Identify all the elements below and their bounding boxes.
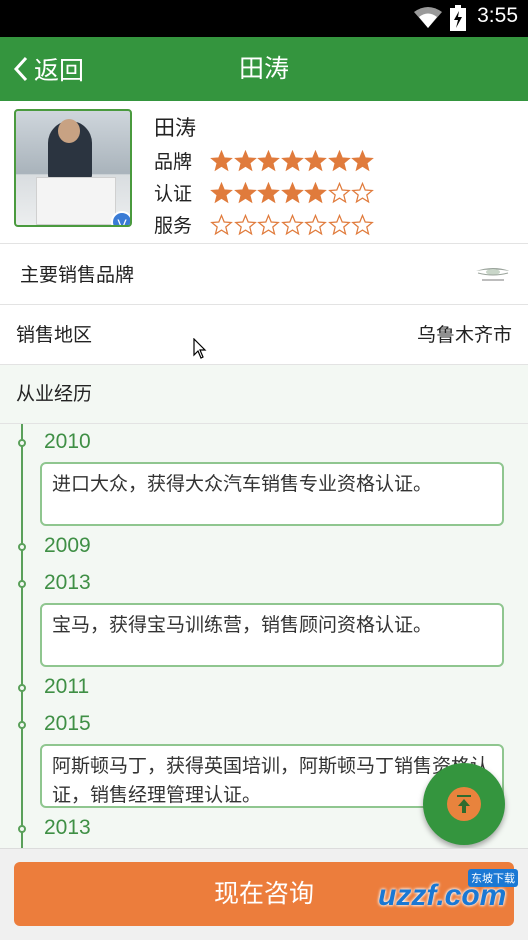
rating-brand: 品牌 <box>154 147 375 174</box>
timeline-year: 2013 <box>44 571 91 594</box>
region-value: 乌鲁木齐市 <box>416 324 512 346</box>
star-filled-icon <box>257 149 280 171</box>
star-filled-icon <box>233 149 257 171</box>
star-outline-icon <box>351 181 374 203</box>
star-filled-icon <box>351 149 374 171</box>
star-filled-icon <box>210 181 233 203</box>
status-bar: 3:55 <box>0 0 528 37</box>
star-outline-icon <box>233 213 257 235</box>
timeline-entry: 进口大众，获得大众汽车销售专业资格认证。 <box>40 462 504 526</box>
timeline-entry: 宝马，获得宝马训练营，销售顾问资格认证。 <box>40 603 504 667</box>
star-rating <box>210 181 375 204</box>
timeline-dot <box>18 684 26 692</box>
timeline-year: 2015 <box>44 712 91 735</box>
app-bar: 返回 田涛 <box>0 37 528 101</box>
page-title: 田涛 <box>238 54 289 83</box>
rating-label: 品牌 <box>154 151 193 173</box>
verified-badge: V <box>111 211 130 225</box>
watermark-logo: 东坡下载 uzzf.com <box>348 867 520 927</box>
experience-header: 从业经历 <box>0 365 528 424</box>
star-rating <box>210 149 375 172</box>
timeline-year: 2011 <box>44 675 90 698</box>
timeline-dot <box>18 825 26 833</box>
avatar-head <box>58 119 80 143</box>
timeline-dot <box>18 439 26 447</box>
timeline-line <box>21 424 23 848</box>
battery-charging-icon <box>450 5 466 35</box>
timeline-dot <box>18 580 26 588</box>
star-outline-icon <box>327 213 351 235</box>
status-time: 3:55 <box>477 4 518 27</box>
rating-service: 服务 <box>154 211 375 238</box>
timeline-year: 2010 <box>44 430 91 453</box>
brand-row[interactable]: 主要销售品牌 <box>0 245 528 305</box>
experience-label: 从业经历 <box>16 383 93 405</box>
rating-label: 服务 <box>154 215 193 237</box>
star-filled-icon <box>327 149 351 171</box>
scroll-to-top-button[interactable] <box>423 763 505 845</box>
star-filled-icon <box>257 181 280 203</box>
star-filled-icon <box>210 149 233 171</box>
wifi-icon <box>413 6 443 34</box>
rating-label: 认证 <box>154 183 193 205</box>
star-outline-icon <box>351 213 374 235</box>
rating-certification: 认证 <box>154 179 375 206</box>
star-outline-icon <box>210 213 233 235</box>
profile-name: 田涛 <box>154 116 196 140</box>
star-outline-icon <box>304 213 327 235</box>
arrow-up-to-top-icon <box>447 787 481 821</box>
star-outline-icon <box>280 213 304 235</box>
aston-martin-logo-icon <box>474 263 512 289</box>
timeline-year: 2013 <box>44 816 91 839</box>
bottom-bar: 现在咨询 东坡下载 uzzf.com <box>0 848 528 940</box>
timeline-year: 2009 <box>44 534 91 557</box>
star-filled-icon <box>233 181 257 203</box>
timeline-dot <box>18 543 26 551</box>
timeline-dot <box>18 721 26 729</box>
star-rating <box>210 213 375 236</box>
star-outline-icon <box>327 181 351 203</box>
star-filled-icon <box>280 149 304 171</box>
avatar-sign <box>36 177 116 225</box>
star-filled-icon <box>304 149 327 171</box>
watermark-text: uzzf.com <box>378 879 507 912</box>
avatar[interactable]: V <box>14 109 132 227</box>
star-filled-icon <box>280 181 304 203</box>
star-outline-icon <box>257 213 280 235</box>
mouse-cursor-icon <box>193 337 207 364</box>
region-row: 销售地区 乌鲁木齐市 <box>0 305 528 365</box>
star-filled-icon <box>304 181 327 203</box>
region-label: 销售地区 <box>16 324 93 346</box>
brand-label: 主要销售品牌 <box>20 264 135 286</box>
